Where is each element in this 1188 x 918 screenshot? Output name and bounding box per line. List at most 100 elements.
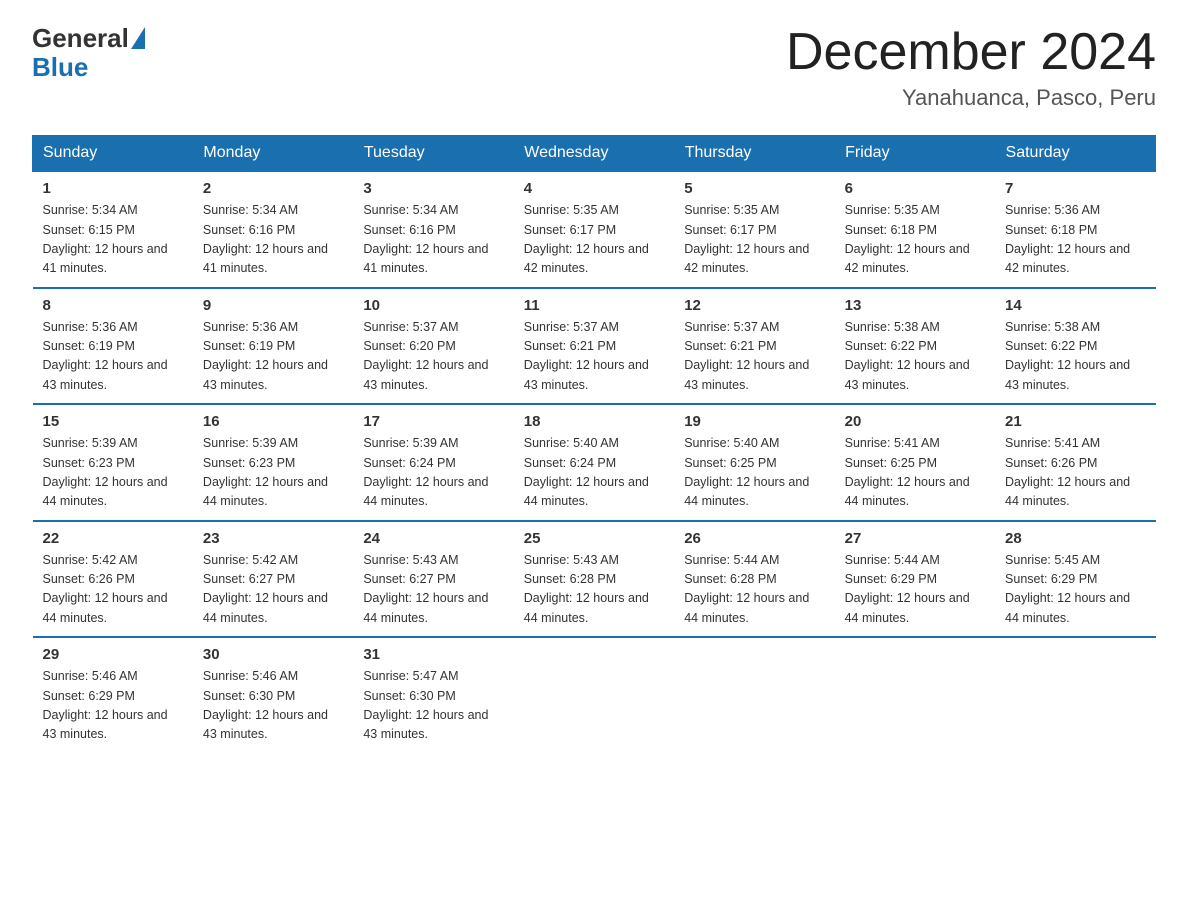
day-number: 16 xyxy=(203,413,343,430)
day-info: Sunrise: 5:42 AMSunset: 6:26 PMDaylight:… xyxy=(43,553,168,625)
calendar-day-cell: 13 Sunrise: 5:38 AMSunset: 6:22 PMDaylig… xyxy=(835,288,995,405)
day-number: 14 xyxy=(1005,297,1145,314)
calendar-dow-wednesday: Wednesday xyxy=(514,136,674,172)
logo-triangle-icon xyxy=(131,27,145,49)
day-info: Sunrise: 5:38 AMSunset: 6:22 PMDaylight:… xyxy=(845,320,970,392)
page-header: General Blue December 2024 Yanahuanca, P… xyxy=(32,24,1156,111)
day-info: Sunrise: 5:40 AMSunset: 6:25 PMDaylight:… xyxy=(684,436,809,508)
day-number: 23 xyxy=(203,530,343,547)
day-info: Sunrise: 5:34 AMSunset: 6:16 PMDaylight:… xyxy=(203,203,328,275)
day-number: 8 xyxy=(43,297,183,314)
calendar-week-row: 22 Sunrise: 5:42 AMSunset: 6:26 PMDaylig… xyxy=(33,521,1156,638)
day-number: 12 xyxy=(684,297,824,314)
calendar-title: December 2024 xyxy=(786,24,1156,81)
calendar-day-cell: 19 Sunrise: 5:40 AMSunset: 6:25 PMDaylig… xyxy=(674,404,834,521)
calendar-subtitle: Yanahuanca, Pasco, Peru xyxy=(786,85,1156,111)
calendar-day-cell: 21 Sunrise: 5:41 AMSunset: 6:26 PMDaylig… xyxy=(995,404,1155,521)
day-number: 24 xyxy=(363,530,503,547)
day-number: 20 xyxy=(845,413,985,430)
calendar-day-cell: 7 Sunrise: 5:36 AMSunset: 6:18 PMDayligh… xyxy=(995,171,1155,288)
calendar-dow-monday: Monday xyxy=(193,136,353,172)
calendar-empty-cell xyxy=(514,637,674,753)
calendar-header-row: SundayMondayTuesdayWednesdayThursdayFrid… xyxy=(33,136,1156,172)
day-number: 30 xyxy=(203,646,343,663)
logo: General Blue xyxy=(32,24,145,81)
calendar-day-cell: 4 Sunrise: 5:35 AMSunset: 6:17 PMDayligh… xyxy=(514,171,674,288)
day-info: Sunrise: 5:36 AMSunset: 6:18 PMDaylight:… xyxy=(1005,203,1130,275)
day-info: Sunrise: 5:35 AMSunset: 6:18 PMDaylight:… xyxy=(845,203,970,275)
day-number: 18 xyxy=(524,413,664,430)
calendar-day-cell: 14 Sunrise: 5:38 AMSunset: 6:22 PMDaylig… xyxy=(995,288,1155,405)
calendar-day-cell: 29 Sunrise: 5:46 AMSunset: 6:29 PMDaylig… xyxy=(33,637,193,753)
day-info: Sunrise: 5:37 AMSunset: 6:21 PMDaylight:… xyxy=(684,320,809,392)
calendar-empty-cell xyxy=(995,637,1155,753)
day-number: 4 xyxy=(524,180,664,197)
day-info: Sunrise: 5:35 AMSunset: 6:17 PMDaylight:… xyxy=(524,203,649,275)
day-number: 10 xyxy=(363,297,503,314)
day-number: 5 xyxy=(684,180,824,197)
calendar-day-cell: 9 Sunrise: 5:36 AMSunset: 6:19 PMDayligh… xyxy=(193,288,353,405)
calendar-day-cell: 15 Sunrise: 5:39 AMSunset: 6:23 PMDaylig… xyxy=(33,404,193,521)
day-info: Sunrise: 5:37 AMSunset: 6:20 PMDaylight:… xyxy=(363,320,488,392)
day-info: Sunrise: 5:44 AMSunset: 6:28 PMDaylight:… xyxy=(684,553,809,625)
calendar-day-cell: 3 Sunrise: 5:34 AMSunset: 6:16 PMDayligh… xyxy=(353,171,513,288)
calendar-dow-saturday: Saturday xyxy=(995,136,1155,172)
calendar-dow-sunday: Sunday xyxy=(33,136,193,172)
calendar-week-row: 1 Sunrise: 5:34 AMSunset: 6:15 PMDayligh… xyxy=(33,171,1156,288)
day-info: Sunrise: 5:46 AMSunset: 6:29 PMDaylight:… xyxy=(43,669,168,741)
calendar-empty-cell xyxy=(674,637,834,753)
calendar-dow-friday: Friday xyxy=(835,136,995,172)
day-info: Sunrise: 5:38 AMSunset: 6:22 PMDaylight:… xyxy=(1005,320,1130,392)
calendar-day-cell: 16 Sunrise: 5:39 AMSunset: 6:23 PMDaylig… xyxy=(193,404,353,521)
calendar-day-cell: 17 Sunrise: 5:39 AMSunset: 6:24 PMDaylig… xyxy=(353,404,513,521)
day-number: 9 xyxy=(203,297,343,314)
day-info: Sunrise: 5:39 AMSunset: 6:24 PMDaylight:… xyxy=(363,436,488,508)
title-block: December 2024 Yanahuanca, Pasco, Peru xyxy=(786,24,1156,111)
logo-blue: Blue xyxy=(32,52,88,82)
calendar-day-cell: 2 Sunrise: 5:34 AMSunset: 6:16 PMDayligh… xyxy=(193,171,353,288)
calendar-day-cell: 25 Sunrise: 5:43 AMSunset: 6:28 PMDaylig… xyxy=(514,521,674,638)
calendar-day-cell: 31 Sunrise: 5:47 AMSunset: 6:30 PMDaylig… xyxy=(353,637,513,753)
calendar-day-cell: 27 Sunrise: 5:44 AMSunset: 6:29 PMDaylig… xyxy=(835,521,995,638)
calendar-day-cell: 12 Sunrise: 5:37 AMSunset: 6:21 PMDaylig… xyxy=(674,288,834,405)
calendar-day-cell: 1 Sunrise: 5:34 AMSunset: 6:15 PMDayligh… xyxy=(33,171,193,288)
calendar-day-cell: 10 Sunrise: 5:37 AMSunset: 6:20 PMDaylig… xyxy=(353,288,513,405)
day-info: Sunrise: 5:44 AMSunset: 6:29 PMDaylight:… xyxy=(845,553,970,625)
calendar-day-cell: 22 Sunrise: 5:42 AMSunset: 6:26 PMDaylig… xyxy=(33,521,193,638)
day-info: Sunrise: 5:43 AMSunset: 6:28 PMDaylight:… xyxy=(524,553,649,625)
calendar-day-cell: 8 Sunrise: 5:36 AMSunset: 6:19 PMDayligh… xyxy=(33,288,193,405)
day-info: Sunrise: 5:36 AMSunset: 6:19 PMDaylight:… xyxy=(203,320,328,392)
day-number: 13 xyxy=(845,297,985,314)
day-info: Sunrise: 5:40 AMSunset: 6:24 PMDaylight:… xyxy=(524,436,649,508)
logo-general: General xyxy=(32,24,129,53)
calendar-dow-thursday: Thursday xyxy=(674,136,834,172)
day-info: Sunrise: 5:37 AMSunset: 6:21 PMDaylight:… xyxy=(524,320,649,392)
calendar-empty-cell xyxy=(835,637,995,753)
day-info: Sunrise: 5:36 AMSunset: 6:19 PMDaylight:… xyxy=(43,320,168,392)
day-info: Sunrise: 5:45 AMSunset: 6:29 PMDaylight:… xyxy=(1005,553,1130,625)
calendar-day-cell: 26 Sunrise: 5:44 AMSunset: 6:28 PMDaylig… xyxy=(674,521,834,638)
calendar-day-cell: 5 Sunrise: 5:35 AMSunset: 6:17 PMDayligh… xyxy=(674,171,834,288)
day-number: 28 xyxy=(1005,530,1145,547)
day-number: 19 xyxy=(684,413,824,430)
day-number: 2 xyxy=(203,180,343,197)
day-info: Sunrise: 5:47 AMSunset: 6:30 PMDaylight:… xyxy=(363,669,488,741)
day-info: Sunrise: 5:39 AMSunset: 6:23 PMDaylight:… xyxy=(43,436,168,508)
day-info: Sunrise: 5:35 AMSunset: 6:17 PMDaylight:… xyxy=(684,203,809,275)
day-number: 29 xyxy=(43,646,183,663)
calendar-day-cell: 11 Sunrise: 5:37 AMSunset: 6:21 PMDaylig… xyxy=(514,288,674,405)
day-info: Sunrise: 5:43 AMSunset: 6:27 PMDaylight:… xyxy=(363,553,488,625)
day-number: 27 xyxy=(845,530,985,547)
day-number: 31 xyxy=(363,646,503,663)
day-number: 15 xyxy=(43,413,183,430)
day-number: 3 xyxy=(363,180,503,197)
day-info: Sunrise: 5:41 AMSunset: 6:26 PMDaylight:… xyxy=(1005,436,1130,508)
calendar-dow-tuesday: Tuesday xyxy=(353,136,513,172)
day-info: Sunrise: 5:34 AMSunset: 6:16 PMDaylight:… xyxy=(363,203,488,275)
day-number: 1 xyxy=(43,180,183,197)
day-number: 11 xyxy=(524,297,664,314)
day-number: 17 xyxy=(363,413,503,430)
calendar-week-row: 15 Sunrise: 5:39 AMSunset: 6:23 PMDaylig… xyxy=(33,404,1156,521)
calendar-day-cell: 30 Sunrise: 5:46 AMSunset: 6:30 PMDaylig… xyxy=(193,637,353,753)
calendar-day-cell: 24 Sunrise: 5:43 AMSunset: 6:27 PMDaylig… xyxy=(353,521,513,638)
